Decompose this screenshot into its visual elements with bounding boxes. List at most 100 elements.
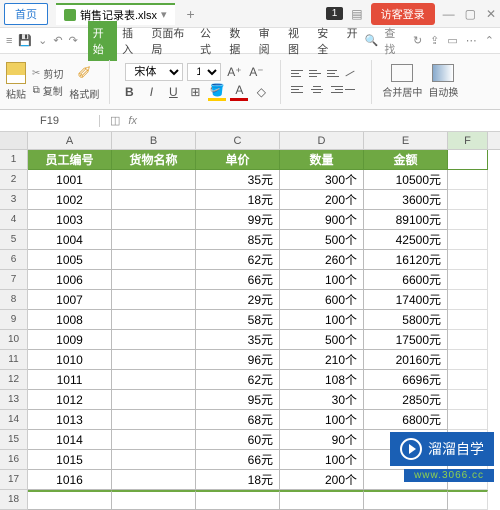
fill-color-button[interactable]: 🪣 [208,83,226,101]
row-header[interactable]: 17 [0,470,28,490]
dropdown-icon[interactable]: ▾ [161,8,167,21]
cell[interactable] [112,470,196,490]
fx-icon[interactable]: fx [128,115,137,127]
menu-icon[interactable]: ▤ [351,7,362,21]
row-header[interactable]: 9 [0,310,28,330]
cell[interactable] [448,270,488,290]
cell[interactable]: 18元 [196,470,280,490]
menu-formula[interactable]: 公式 [195,21,224,61]
align-middle-icon[interactable] [309,67,325,81]
cell[interactable]: 3600元 [364,190,448,210]
format-painter-button[interactable]: ✐ 格式刷 [69,63,99,101]
cell[interactable]: 1006 [28,270,112,290]
cut-button[interactable]: ✂剪切 [32,66,63,81]
select-all-corner[interactable] [0,132,28,149]
align-left-icon[interactable] [291,83,307,97]
cell[interactable]: 1010 [28,350,112,370]
header-cell[interactable]: 单价 [196,150,280,170]
font-color-button[interactable]: A [230,83,248,101]
cell[interactable]: 1002 [28,190,112,210]
cell[interactable]: 95元 [196,390,280,410]
sync-icon[interactable]: ↻ [413,34,422,47]
clear-format-icon[interactable]: ◇ [252,83,270,101]
row-header[interactable]: 10 [0,330,28,350]
cell[interactable] [112,170,196,190]
cell[interactable]: 17500元 [364,330,448,350]
cell[interactable] [112,290,196,310]
cell[interactable] [448,150,488,170]
cell[interactable] [280,490,364,510]
cell[interactable]: 1016 [28,470,112,490]
decrease-font-icon[interactable]: A⁻ [247,63,265,81]
cell[interactable]: 1005 [28,250,112,270]
cell[interactable]: 6800元 [364,410,448,430]
cell[interactable]: 100个 [280,270,364,290]
cell[interactable] [28,490,112,510]
cell[interactable]: 1009 [28,330,112,350]
cell[interactable] [112,270,196,290]
cell[interactable]: 30个 [280,390,364,410]
cell[interactable]: 29元 [196,290,280,310]
menu-start[interactable]: 开始 [88,21,117,61]
cell[interactable] [448,290,488,310]
align-right-icon[interactable] [327,83,343,97]
row-header[interactable]: 8 [0,290,28,310]
reference-icon[interactable]: ◫ [110,114,120,127]
close-icon[interactable]: ✕ [486,7,496,21]
menu-dropdown-icon[interactable]: ≡ [6,35,12,47]
cell[interactable] [112,430,196,450]
row-header[interactable]: 2 [0,170,28,190]
col-header-d[interactable]: D [280,132,364,149]
cell[interactable] [112,210,196,230]
menu-layout[interactable]: 页面布局 [146,21,195,61]
cell[interactable]: 60元 [196,430,280,450]
row-header[interactable]: 6 [0,250,28,270]
cell[interactable]: 1012 [28,390,112,410]
orientation-icon[interactable] [345,67,361,81]
align-bottom-icon[interactable] [327,67,343,81]
cell[interactable] [448,370,488,390]
merge-center-button[interactable]: 合并居中 [382,64,422,99]
cell[interactable] [448,310,488,330]
cell[interactable]: 35元 [196,170,280,190]
copy-button[interactable]: ⧉复制 [33,83,63,98]
italic-button[interactable]: I [142,83,160,101]
cell[interactable]: 1013 [28,410,112,430]
cell[interactable]: 1001 [28,170,112,190]
cell[interactable]: 1015 [28,450,112,470]
cell[interactable]: 10500元 [364,170,448,190]
cell[interactable]: 300个 [280,170,364,190]
cell[interactable]: 90个 [280,430,364,450]
home-tab[interactable]: 首页 [4,3,48,25]
cell[interactable]: 62元 [196,250,280,270]
cell[interactable]: 62元 [196,370,280,390]
cell[interactable]: 600个 [280,290,364,310]
row-header[interactable]: 4 [0,210,28,230]
cell[interactable]: 85元 [196,230,280,250]
cell[interactable]: 6696元 [364,370,448,390]
cell[interactable]: 66元 [196,450,280,470]
cell[interactable] [112,390,196,410]
header-cell[interactable]: 员工编号 [28,150,112,170]
col-header-a[interactable]: A [28,132,112,149]
maximize-icon[interactable]: ▢ [465,7,476,21]
bold-button[interactable]: B [120,83,138,101]
cell[interactable]: 260个 [280,250,364,270]
align-center-icon[interactable] [309,83,325,97]
cell[interactable]: 100个 [280,410,364,430]
cell[interactable]: 58元 [196,310,280,330]
cell[interactable]: 900个 [280,210,364,230]
cell[interactable] [448,250,488,270]
menu-view[interactable]: 视图 [283,21,312,61]
col-header-c[interactable]: C [196,132,280,149]
cell[interactable] [112,490,196,510]
cell[interactable] [448,330,488,350]
cell[interactable]: 18元 [196,190,280,210]
cell[interactable] [448,490,488,510]
row-header[interactable]: 12 [0,370,28,390]
cell[interactable]: 100个 [280,450,364,470]
menu-data[interactable]: 数据 [224,21,253,61]
auto-wrap-button[interactable]: 自动换 [428,64,458,99]
redo-icon[interactable]: ↷ [69,34,78,47]
menu-security[interactable]: 安全 [312,21,341,61]
